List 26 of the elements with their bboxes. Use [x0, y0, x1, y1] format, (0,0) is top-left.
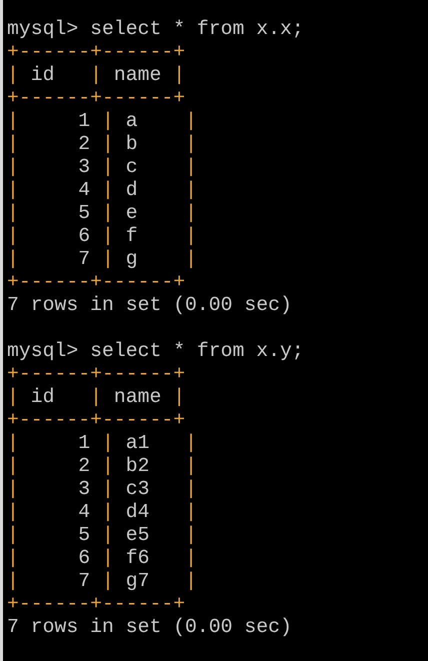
table-row: | 4 | d |	[7, 179, 197, 202]
table-border: +------+------+	[7, 271, 186, 294]
table-row: | 4 | d4 |	[7, 501, 197, 524]
table-row: | 1 | a |	[7, 110, 197, 133]
command-line: mysql> select * from x.x;	[7, 18, 304, 41]
table-header: | id | name |	[7, 64, 186, 87]
table-row: | 5 | e5 |	[7, 524, 197, 547]
table-border: +------+------+	[7, 363, 186, 386]
table-row: | 6 | f |	[7, 225, 197, 248]
table-border: +------+------+	[7, 87, 186, 110]
table-row: | 7 | g |	[7, 248, 197, 271]
table-row: | 7 | g7 |	[7, 570, 197, 593]
command-line: mysql> select * from x.y;	[7, 340, 304, 363]
table-row: | 2 | b |	[7, 133, 197, 156]
table-border: +------+------+	[7, 41, 186, 64]
result-summary: 7 rows in set (0.00 sec)	[7, 616, 292, 639]
table-row: | 5 | e |	[7, 202, 197, 225]
table-border: +------+------+	[7, 409, 186, 432]
table-row: | 2 | b2 |	[7, 455, 197, 478]
table-row: | 3 | c |	[7, 156, 197, 179]
table-row: | 3 | c3 |	[7, 478, 197, 501]
table-border: +------+------+	[7, 593, 186, 616]
result-summary: 7 rows in set (0.00 sec)	[7, 294, 292, 317]
table-header: | id | name |	[7, 386, 186, 409]
table-row: | 6 | f6 |	[7, 547, 197, 570]
table-row: | 1 | a1 |	[7, 432, 197, 455]
